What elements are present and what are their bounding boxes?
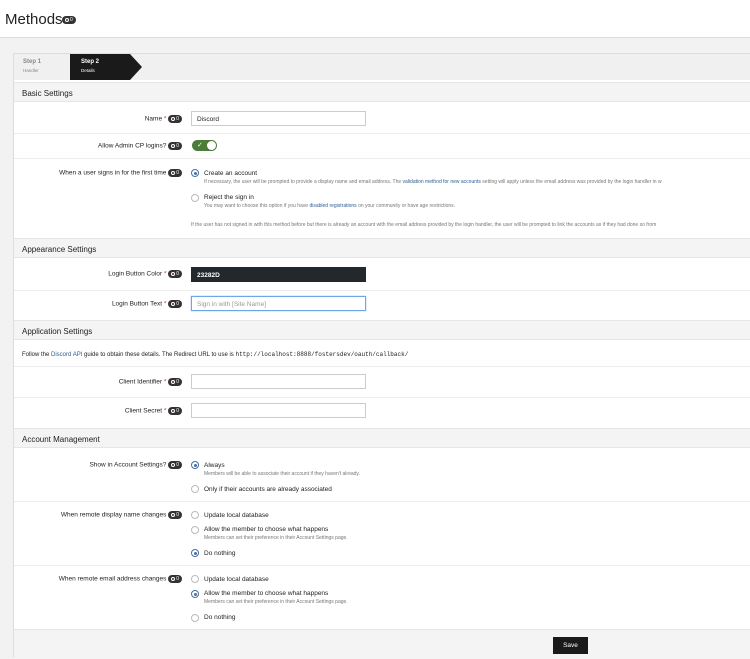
search-icon — [65, 17, 69, 22]
search-icon — [171, 170, 176, 175]
button-color-label: Login Button Color * 0 — [108, 270, 182, 278]
wizard-steps: Step 1 Handler Step 2 Details — [14, 54, 750, 80]
help-badge[interactable]: 0 — [168, 511, 182, 519]
search-icon — [171, 116, 176, 121]
wizard-step-2: Step 2 Details — [70, 54, 142, 80]
section-application-settings: Application Settings — [14, 320, 750, 340]
button-text-label: Login Button Text * 0 — [112, 300, 182, 308]
client-secret-input[interactable] — [191, 403, 366, 418]
email-change-label: When remote email address changes 0 — [59, 575, 182, 583]
wizard-step-1[interactable]: Step 1 Handler — [14, 54, 70, 80]
check-icon: ✓ — [197, 142, 203, 149]
section-basic-settings: Basic Settings — [14, 82, 750, 102]
reject-label: Reject the sign in — [204, 194, 254, 201]
radio-show-always[interactable] — [191, 461, 199, 469]
name-input[interactable]: Discord — [191, 111, 366, 126]
page-title: Methods — [5, 11, 63, 28]
help-badge[interactable]: 0 — [168, 300, 182, 308]
page-header: Methods 0 — [0, 0, 750, 38]
help-badge[interactable]: 0 — [168, 378, 182, 386]
discord-api-link[interactable]: Discord API — [51, 352, 82, 358]
radio-display-allow-member[interactable] — [191, 526, 199, 534]
help-badge[interactable]: 0 — [168, 270, 182, 278]
radio-create-account[interactable] — [191, 169, 199, 177]
help-badge[interactable]: 0 — [62, 16, 76, 24]
name-label: Name * 0 — [145, 115, 182, 123]
show-account-settings-label: Show in Account Settings? 0 — [89, 461, 182, 469]
radio-email-update-local[interactable] — [191, 575, 199, 583]
search-icon — [171, 271, 176, 276]
section-appearance-settings: Appearance Settings — [14, 238, 750, 258]
reject-desc: You may want to choose this option if yo… — [204, 203, 456, 209]
help-badge[interactable]: 0 — [168, 142, 182, 150]
admin-cp-label: Allow Admin CP logins? 0 — [98, 142, 182, 150]
help-badge[interactable]: 0 — [168, 461, 182, 469]
save-button[interactable]: Save — [553, 637, 588, 654]
radio-reject-sign-in[interactable] — [191, 194, 199, 202]
section-account-management: Account Management — [14, 428, 750, 448]
button-color-input[interactable]: 23282D — [191, 267, 366, 282]
admin-cp-toggle[interactable]: ✓ — [192, 140, 217, 151]
redirect-url: http://localhost:8888/fostersdev/oauth/c… — [235, 351, 409, 358]
search-icon — [171, 379, 176, 384]
display-name-change-label: When remote display name changes 0 — [61, 511, 182, 519]
create-account-label: Create an account — [204, 170, 258, 177]
search-icon — [171, 512, 176, 517]
search-icon — [171, 462, 176, 467]
help-badge[interactable]: 0 — [168, 407, 182, 415]
client-id-label: Client Identifier * 0 — [119, 378, 182, 386]
client-id-input[interactable] — [191, 374, 366, 389]
help-badge[interactable]: 0 — [168, 575, 182, 583]
search-icon — [171, 143, 176, 148]
radio-display-do-nothing[interactable] — [191, 549, 199, 557]
disabled-registrations-link[interactable]: disabled registrations — [309, 203, 356, 209]
radio-display-update-local[interactable] — [191, 511, 199, 519]
radio-show-only-if-associated[interactable] — [191, 485, 199, 493]
validation-method-link[interactable]: validation method for new accounts — [403, 179, 481, 185]
method-form: Step 1 Handler Step 2 Details Basic Sett… — [13, 53, 750, 659]
first-time-note: If the user has not signed in with this … — [191, 222, 657, 228]
search-icon — [171, 576, 176, 581]
search-icon — [171, 301, 176, 306]
radio-email-allow-member[interactable] — [191, 590, 199, 598]
discord-guide-text: Follow the Discord API guide to obtain t… — [22, 351, 409, 358]
radio-email-do-nothing[interactable] — [191, 614, 199, 622]
client-secret-label: Client Secret * 0 — [125, 407, 182, 415]
create-account-desc: If necessary, the user will be prompted … — [204, 179, 662, 185]
button-text-input[interactable]: Sign in with [Site Name] — [191, 296, 366, 311]
first-time-label: When a user signs in for the first time … — [59, 169, 182, 177]
search-icon — [171, 408, 176, 413]
help-badge[interactable]: 0 — [168, 115, 182, 123]
help-badge[interactable]: 0 — [168, 169, 182, 177]
